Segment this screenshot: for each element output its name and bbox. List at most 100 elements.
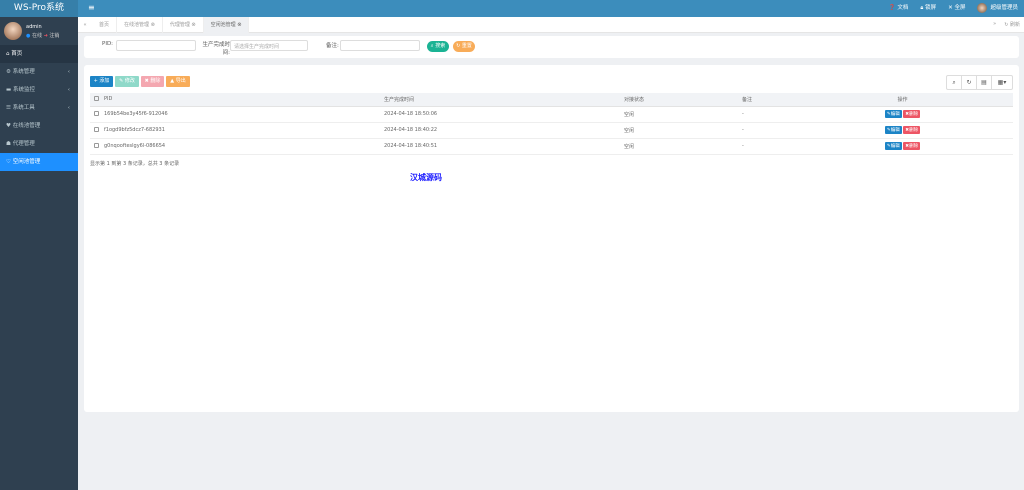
table-row[interactable]: 169b54be3y45f6-912046 2024-04-18 18:50:0… [90,106,1013,123]
cell-note: - [742,122,852,139]
sidebar-item-tools[interactable]: ☰ 系统工具 ‹ [0,99,78,117]
refresh-icon[interactable]: ↻ [962,76,977,89]
col-pid[interactable]: PID [104,93,384,107]
col-actions: 操作 [852,93,1013,107]
select-all-checkbox[interactable] [94,95,99,101]
tab-proxy[interactable]: 代理管理 ⊗ [163,16,204,33]
sidebar: WS-Pro系统 admin ● 在线 ➜ 注销 ⌂ 首页 ⚙ 系统管理 ‹ ▬ … [0,0,78,490]
refresh-label: 刷新 [1009,22,1020,28]
row-checkbox[interactable] [94,126,99,132]
time-input[interactable]: 请选择生产完成时间 [230,40,308,51]
avatar [977,2,988,13]
cell-status: 空闲 [624,106,742,123]
refresh-tab-button[interactable]: ↻ 刷新 [1004,21,1020,28]
row-checkbox[interactable] [94,110,99,116]
note-label: 备注: [326,43,339,49]
sidebar-item-idle-pool[interactable]: ♡ 空闲池管理 [0,153,78,171]
sidebar-item-label: 首页 [11,51,23,57]
toggle-view-icon[interactable]: ▤ [977,76,992,89]
sidebar-item-label: 空闲池管理 [12,159,41,165]
row-edit-button[interactable]: ✎编辑 [884,110,902,118]
col-status[interactable]: 对接状态 [624,93,742,107]
sidebar-item-system[interactable]: ⚙ 系统管理 ‹ [0,63,78,81]
data-table: PID 生产完成时间 对接状态 备注 操作 169b54be3y45f6-912… [90,93,1013,155]
sidebar-item-proxy[interactable]: ☗ 代理管理 [0,135,78,153]
topbar: ≡ ❓ 文档 🔒︎ 锁屏 ✕ 全屏 超级管理员 [78,0,1024,17]
pagination-info: 显示第 1 到第 3 条记录，总共 3 条记录 [90,161,180,167]
lock-button[interactable]: 🔒︎ 锁屏 [920,0,936,17]
cell-pid: f1ogd9bfz5dcz7-682931 [104,122,384,139]
cell-time: 2024-04-18 18:40:22 [384,122,624,139]
table-row[interactable]: g0nqoofteslgy6l-086654 2024-04-18 18:40:… [90,138,1013,155]
edit-label: 编辑 [890,144,900,149]
row-delete-button[interactable]: ✖删除 [903,142,921,150]
row-delete-button[interactable]: ✖删除 [903,126,921,134]
time-label: 生产完成时间: [202,42,230,56]
row-delete-button[interactable]: ✖删除 [903,110,921,118]
lock-label: 锁屏 [925,5,937,11]
app-logo: WS-Pro系统 [0,0,78,17]
row-edit-button[interactable]: ✎编辑 [884,142,902,150]
fullscreen-label: 全屏 [954,5,966,11]
delete-label: 删除 [909,128,919,133]
add-button[interactable]: + 添加 [90,76,113,87]
search-icon[interactable]: ⌕ [947,76,962,89]
tab-bar: « 首页 在线池管理 ⊗ 代理管理 ⊗ 空闲池管理 ⊗ » ↻ 刷新 [78,16,1024,33]
col-time[interactable]: 生产完成时间 [384,93,624,107]
delete-label: 删除 [909,112,919,117]
edit-label: 修改 [124,78,135,84]
tab-online-pool[interactable]: 在线池管理 ⊗ [117,16,163,33]
chevron-left-icon: ‹ [67,87,70,93]
account-menu[interactable]: 超级管理员 [977,0,1018,17]
table-panel: + 添加 ✎ 修改 ✖ 删除 ▲ 导出 ⌕ ↻ ▤ ▦▾ PID 生产完成时间 … [84,65,1019,412]
cell-note: - [742,138,852,155]
pid-label: PID: [102,41,114,47]
chevron-left-icon: ‹ [67,69,70,75]
tab-label: 代理管理 [169,21,190,28]
reset-label: 重置 [461,43,472,49]
scroll-left-icon[interactable]: « [78,22,92,28]
bars-icon[interactable]: ≡ [88,3,95,12]
edit-label: 编辑 [890,128,900,133]
col-note[interactable]: 备注 [742,93,852,107]
tab-label: 空闲池管理 [210,21,236,28]
logout-link[interactable]: 注销 [49,33,59,39]
docs-link[interactable]: ❓ 文档 [889,0,909,17]
row-edit-button[interactable]: ✎编辑 [884,126,902,134]
user-name: admin [26,23,42,30]
tab-home[interactable]: 首页 [92,16,118,33]
sidebar-item-monitor[interactable]: ▬ 系统监控 ‹ [0,81,78,99]
note-input[interactable] [340,40,420,51]
avatar [4,22,22,40]
sidebar-item-label: 代理管理 [12,141,35,147]
pid-input[interactable] [116,40,196,51]
chevron-left-icon: ‹ [67,105,70,111]
sidebar-item-home[interactable]: ⌂ 首页 [0,45,78,63]
search-form: PID: 生产完成时间: 请选择生产完成时间 备注: ⌕ 搜索 ↻ 重置 [84,36,1019,58]
cell-note: - [742,106,852,123]
delete-button[interactable]: ✖ 删除 [141,76,164,87]
row-checkbox[interactable] [94,142,99,148]
sidebar-item-label: 系统监控 [12,87,35,93]
fullscreen-button[interactable]: ✕ 全屏 [948,0,965,17]
user-panel: admin ● 在线 ➜ 注销 [0,17,78,45]
table-row[interactable]: f1ogd9bfz5dcz7-682931 2024-04-18 18:40:2… [90,122,1013,139]
sidebar-item-label: 在线池管理 [12,123,41,129]
cell-pid: 169b54be3y45f6-912046 [104,106,384,123]
cell-status: 空闲 [624,138,742,155]
tab-idle-pool[interactable]: 空闲池管理 ⊗ [203,16,250,33]
account-label: 超级管理员 [990,5,1018,11]
online-status: 在线 [31,32,42,39]
export-button[interactable]: ▲ 导出 [166,76,190,87]
sidebar-item-online-pool[interactable]: ♥ 在线池管理 [0,117,78,135]
columns-icon[interactable]: ▦▾ [992,76,1012,89]
cell-status: 空闲 [624,122,742,139]
search-button[interactable]: ⌕ 搜索 [427,41,449,52]
table-tools: ⌕ ↻ ▤ ▦▾ [946,75,1013,90]
cell-pid: g0nqoofteslgy6l-086654 [104,138,384,155]
delete-label: 删除 [909,144,919,149]
scroll-right-icon[interactable]: » [993,21,996,28]
edit-button[interactable]: ✎ 修改 [115,76,139,87]
reset-button[interactable]: ↻ 重置 [453,41,475,52]
cell-time: 2024-04-18 18:50:06 [384,106,624,123]
